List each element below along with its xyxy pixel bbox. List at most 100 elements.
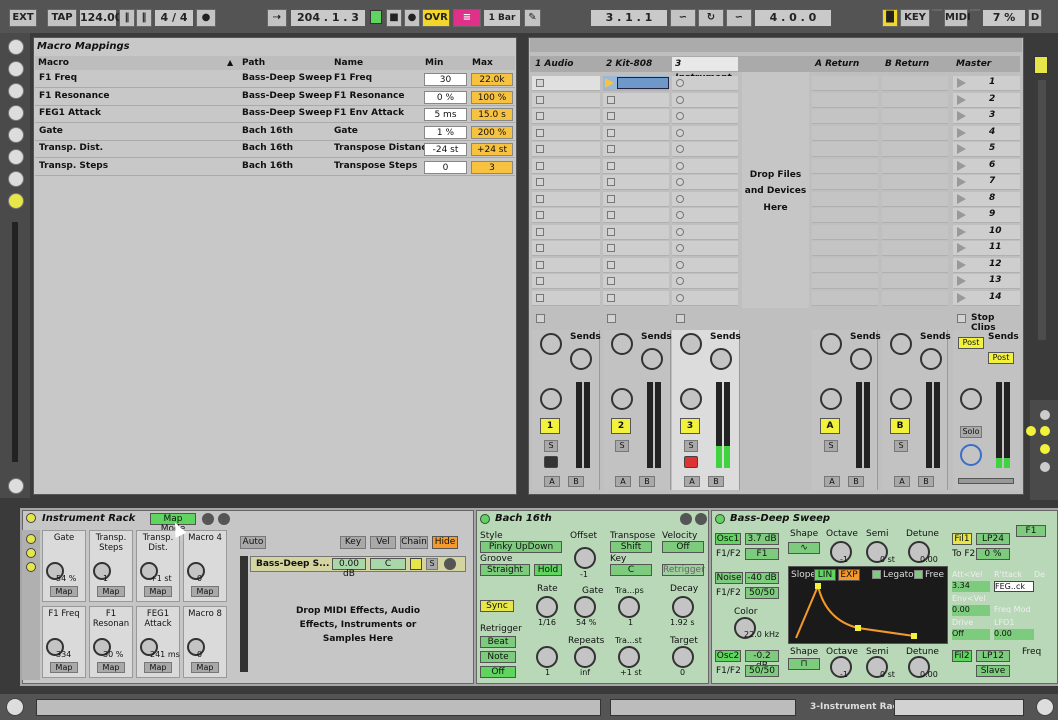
clip-stop-icon[interactable]: [607, 95, 615, 104]
clip-slot[interactable]: [532, 224, 600, 240]
clip-slot[interactable]: [672, 158, 738, 174]
cue-volume-knob[interactable]: [960, 444, 982, 466]
punch-out-icon[interactable]: ∽: [726, 9, 752, 27]
gate-knob[interactable]: [574, 596, 596, 618]
solo-button[interactable]: S: [824, 440, 838, 452]
env-vel-value[interactable]: 0.00: [952, 605, 990, 616]
clip-stop-icon[interactable]: [536, 211, 544, 219]
browser-toggle-icon[interactable]: [8, 39, 24, 55]
clip-slot[interactable]: [672, 125, 738, 141]
macro-map-button[interactable]: Map: [97, 586, 125, 597]
sends-circle-icon[interactable]: [1026, 426, 1036, 436]
pan-knob[interactable]: [820, 388, 842, 410]
col-header-min[interactable]: Min: [425, 58, 443, 68]
clip-slot[interactable]: [532, 257, 600, 273]
track-header[interactable]: B Return: [882, 57, 948, 71]
macro-mapping-row[interactable]: Transp. Dist. Bach 16th Transpose Distance…: [35, 141, 515, 158]
follow-icon[interactable]: ⇢: [267, 9, 287, 27]
style-select[interactable]: Pinky UpDown: [480, 541, 562, 553]
scene-launch[interactable]: 5: [953, 142, 1020, 157]
fil2-slave-button[interactable]: Slave: [976, 665, 1010, 677]
chain-hotswap-icon[interactable]: [444, 558, 456, 570]
fil1-type-select[interactable]: LP24: [976, 533, 1010, 545]
rack-power-icon[interactable]: [26, 513, 36, 523]
io-toggle-icon[interactable]: [1034, 56, 1048, 74]
files-icon[interactable]: [8, 149, 24, 165]
clip-record-icon[interactable]: [676, 145, 684, 153]
rack-hotswap-icon[interactable]: [202, 513, 214, 525]
clip-stop-icon[interactable]: [607, 178, 615, 186]
osc2-volume[interactable]: -0.2 dB: [745, 650, 779, 671]
macro-map-button[interactable]: Map: [144, 586, 172, 597]
status-play-icon[interactable]: [6, 698, 24, 716]
solo-button[interactable]: S: [544, 440, 558, 452]
free-checkbox[interactable]: [914, 570, 923, 579]
clip-record-icon[interactable]: [676, 161, 684, 170]
clip-slot[interactable]: [603, 175, 669, 190]
crossfade-b-button[interactable]: B: [848, 476, 864, 487]
send-b-knob[interactable]: [710, 348, 732, 370]
mixer-circle-icon[interactable]: [1040, 444, 1050, 454]
clip-slot[interactable]: [672, 191, 738, 207]
fil1-button[interactable]: Fil1: [952, 533, 972, 545]
punch-in-icon[interactable]: ∽: [670, 9, 696, 27]
show-devices-icon[interactable]: [26, 562, 36, 572]
scene-play-icon[interactable]: [957, 193, 966, 204]
overdub-button[interactable]: OVR: [422, 9, 450, 27]
stop-clips-button[interactable]: Stop Clips: [955, 312, 1020, 333]
quantization-select[interactable]: 1 Bar: [483, 9, 521, 27]
repeats-knob[interactable]: [574, 646, 596, 668]
clip-stop-icon[interactable]: [607, 145, 615, 153]
clip-slot[interactable]: [672, 274, 738, 289]
pan-knob[interactable]: [540, 388, 562, 410]
send-b-knob[interactable]: [641, 348, 663, 370]
scene-launch[interactable]: 7: [953, 175, 1020, 190]
velocity-off-button[interactable]: Off: [662, 541, 704, 553]
pan-knob[interactable]: [611, 388, 633, 410]
track-activator[interactable]: 3: [680, 418, 700, 434]
clip-stop-icon[interactable]: [536, 260, 544, 269]
clip-slot[interactable]: [672, 241, 738, 256]
send-b-knob[interactable]: [920, 348, 942, 370]
track-stop-button[interactable]: [536, 314, 545, 323]
crossfade-b-button[interactable]: B: [918, 476, 934, 487]
clip-slot[interactable]: [603, 274, 669, 289]
scene-launch[interactable]: 2: [953, 92, 1020, 108]
track-stop-button[interactable]: [607, 314, 616, 323]
decay-knob[interactable]: [672, 596, 694, 618]
scene-play-icon[interactable]: [957, 177, 966, 187]
macro-knob[interactable]: [187, 562, 205, 580]
scene-play-icon[interactable]: [957, 210, 966, 220]
computer-midi-keyboard-icon[interactable]: █: [882, 9, 898, 27]
target-knob[interactable]: [672, 646, 694, 668]
key-zone-button[interactable]: Key: [340, 536, 366, 549]
scene-play-icon[interactable]: [957, 226, 966, 237]
chain-activator-icon[interactable]: [410, 558, 422, 570]
min-value-cell[interactable]: 30: [424, 73, 467, 86]
clip-slot[interactable]: [603, 191, 669, 207]
nudge-icon[interactable]: ‖: [119, 9, 135, 27]
master-post-button[interactable]: Post: [958, 337, 984, 349]
scene-launch[interactable]: 10: [953, 224, 1020, 240]
instruments-icon[interactable]: [8, 105, 24, 121]
midi-arrange-icon[interactable]: ≡: [453, 9, 481, 27]
clip-stop-icon[interactable]: [607, 244, 615, 252]
clip-slot[interactable]: [532, 274, 600, 289]
overview-icon[interactable]: [8, 478, 24, 494]
clip-slot[interactable]: [532, 191, 600, 207]
track-activator[interactable]: A: [820, 418, 840, 434]
vel-zone-button[interactable]: Vel: [370, 536, 396, 549]
loop-start[interactable]: 3 . 1 . 1: [590, 9, 668, 27]
noise-volume[interactable]: -40 dB: [745, 572, 779, 584]
send-a-knob[interactable]: [890, 333, 912, 355]
groove-select[interactable]: Straight: [480, 564, 530, 576]
scene-play-icon[interactable]: [957, 111, 966, 121]
macro-mapping-row[interactable]: F1 Resonance Bass-Deep Sweep F1 Resonance 0…: [35, 89, 515, 106]
clip-record-icon[interactable]: [676, 95, 684, 104]
osc1-shape-select[interactable]: ∿: [788, 542, 820, 554]
hide-button[interactable]: Hide: [432, 536, 458, 549]
max-value-cell[interactable]: 200 %: [471, 125, 513, 139]
clip-slot[interactable]: [603, 158, 669, 174]
col-header-macro[interactable]: Macro: [38, 58, 69, 68]
min-value-cell[interactable]: 1 %: [424, 125, 467, 139]
